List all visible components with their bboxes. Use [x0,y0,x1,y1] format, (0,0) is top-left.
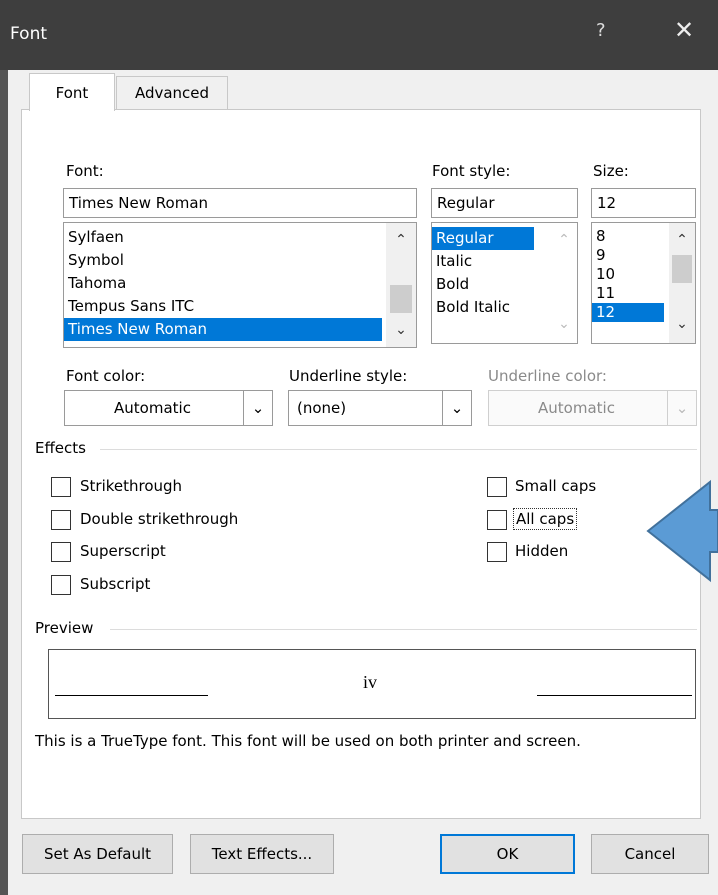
hidden-label: Hidden [515,542,569,560]
close-button[interactable]: ✕ [674,16,694,44]
font-style-input[interactable]: Regular [431,188,578,218]
font-style-item-selected[interactable]: Regular [432,227,534,250]
scroll-up-icon[interactable]: ⌃ [669,231,695,249]
small-caps-checkbox[interactable] [487,477,507,497]
underline-style-label: Underline style: [289,367,408,385]
tab-font[interactable]: Font [29,73,115,111]
title-bar: Font ? ✕ [0,0,718,70]
scroll-down-icon[interactable]: ⌄ [386,321,416,339]
cancel-button[interactable]: Cancel [591,834,709,874]
preview-box: iv [48,649,696,719]
font-style-list[interactable]: Regular Italic Bold Bold Italic ⌃ ⌄ [431,222,578,344]
all-caps-label: All caps [513,508,578,530]
font-style-value: Regular [437,194,495,212]
help-button[interactable]: ? [596,20,606,41]
underline-style-value: (none) [297,399,347,417]
strikethrough-label: Strikethrough [80,477,183,495]
font-list-item[interactable]: Tahoma [64,272,416,295]
scroll-up-icon[interactable]: ⌃ [386,231,416,249]
scroll-down-icon[interactable]: ⌄ [669,315,695,333]
underline-color-value: Automatic [538,399,615,417]
size-list-scrollbar[interactable]: ⌃ ⌄ [669,223,695,343]
tab-advanced[interactable]: Advanced [116,76,228,110]
font-list-scrollbar[interactable]: ⌃ ⌄ [386,223,416,347]
size-value: 12 [597,194,617,212]
window-title: Font [10,24,48,44]
size-label: Size: [593,162,629,180]
effects-heading: Effects [35,439,86,457]
font-style-label: Font style: [432,162,511,180]
tab-advanced-label: Advanced [134,84,210,102]
chevron-down-icon[interactable]: ⌄ [442,391,471,425]
preview-line-right [537,695,692,696]
scroll-down-icon[interactable]: ⌄ [551,315,577,333]
ok-button[interactable]: OK [440,834,575,874]
underline-style-dropdown[interactable]: (none) ⌄ [288,390,472,426]
small-caps-label: Small caps [515,477,597,495]
scroll-thumb[interactable] [672,255,692,283]
preview-line-left [55,695,208,696]
subscript-label: Subscript [80,575,151,593]
superscript-checkbox[interactable] [51,542,71,562]
annotation-arrow-icon [646,479,718,583]
scroll-thumb[interactable] [390,285,412,313]
subscript-checkbox[interactable] [51,575,71,595]
double-strikethrough-label: Double strikethrough [80,510,239,528]
font-list[interactable]: Sylfaen Symbol Tahoma Tempus Sans ITC Ti… [63,222,417,348]
font-name-input[interactable]: Times New Roman [63,188,417,218]
font-style-scrollbar[interactable]: ⌃ ⌄ [551,223,577,343]
chevron-down-icon[interactable]: ⌄ [243,391,272,425]
size-list[interactable]: 8 9 10 11 12 ⌃ ⌄ [591,222,696,344]
preview-note: This is a TrueType font. This font will … [35,732,581,750]
chevron-down-icon[interactable]: ⌄ [667,391,696,425]
underline-color-dropdown[interactable]: Automatic ⌄ [488,390,697,426]
double-strikethrough-checkbox[interactable] [51,510,71,530]
size-input[interactable]: 12 [591,188,696,218]
size-list-item-selected[interactable]: 12 [592,303,664,322]
window-edge [0,70,8,895]
superscript-label: Superscript [80,542,166,560]
font-name-value: Times New Roman [69,194,209,212]
font-list-item[interactable]: Symbol [64,249,416,272]
preview-sample: iv [363,672,378,692]
text-effects-button[interactable]: Text Effects... [190,834,334,874]
font-color-dropdown[interactable]: Automatic ⌄ [64,390,273,426]
hidden-checkbox[interactable] [487,542,507,562]
strikethrough-checkbox[interactable] [51,477,71,497]
effects-divider [100,449,697,450]
preview-divider [110,629,697,630]
font-color-label: Font color: [66,367,146,385]
preview-heading: Preview [35,619,94,637]
font-list-item[interactable]: Tempus Sans ITC [64,295,416,318]
font-list-item-selected[interactable]: Times New Roman [64,318,382,341]
font-list-item[interactable]: Sylfaen [64,226,416,249]
all-caps-checkbox[interactable] [487,510,507,530]
scroll-up-icon[interactable]: ⌃ [551,231,577,249]
underline-color-label: Underline color: [488,367,607,385]
font-label: Font: [66,162,104,180]
set-as-default-button[interactable]: Set As Default [22,834,173,874]
font-color-value: Automatic [114,399,191,417]
tab-font-label: Font [55,83,89,102]
